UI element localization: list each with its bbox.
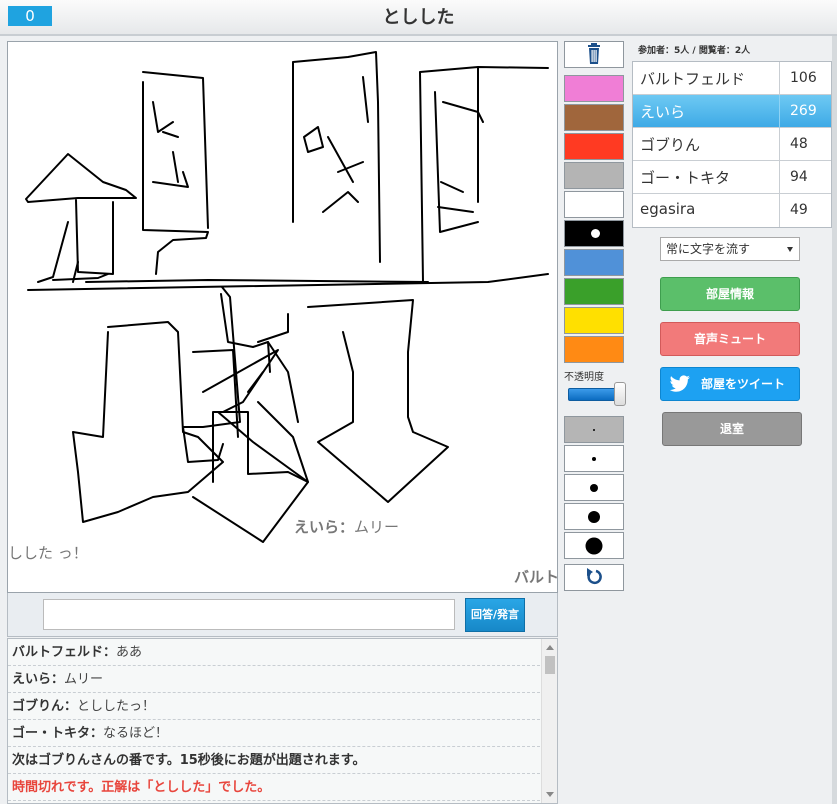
flow-message-text: ムリー (354, 518, 400, 536)
chat-name: ゴー・トキタ (12, 726, 91, 741)
chat-message: なるほど！ (103, 726, 169, 741)
undo-icon (587, 568, 602, 585)
flow-message: えいら：ムリー (294, 516, 399, 537)
player-name: ゴブりん (640, 136, 701, 154)
top-bar: 0 としした (0, 0, 837, 36)
chat-name: ゴブりん (12, 699, 65, 714)
opacity-label: 不透明度 (564, 372, 604, 383)
drawing-strokes (25, 51, 549, 543)
chat-message: ああ (116, 645, 143, 660)
chat-row: えいら：ムリー (8, 666, 540, 693)
player-name: ゴー・トキタ (640, 169, 731, 187)
answer-input[interactable] (43, 599, 455, 630)
chat-row: ゴー・トキタ：なるほど！ (8, 720, 540, 747)
brush-dot-icon (592, 456, 596, 461)
brush-size-3[interactable] (564, 474, 624, 501)
participant-counts: 参加者：5人 / 閲覧者：2人 (638, 46, 751, 56)
chat-row-system: 次はゴブりんさんの番です。15秒後にお題が出題されます。 (8, 747, 540, 774)
player-row[interactable]: バルトフェルド 106 (633, 62, 831, 95)
player-score: 94 (779, 161, 832, 194)
flow-mode-select[interactable]: 常に文字を流す (660, 237, 800, 261)
player-row[interactable]: ゴブりん 48 (633, 128, 831, 161)
chat-message: 時間切れです。正解は「としした」でした。 (12, 780, 271, 795)
player-row[interactable]: egasira 49 (633, 194, 831, 227)
opacity-slider-track[interactable] (568, 388, 618, 401)
chat-log[interactable]: バルトフェルド：ああ えいら：ムリー ゴブりん：とししたっ！ ゴー・トキタ：なる… (7, 638, 558, 804)
flow-message: しした っ！ (8, 542, 88, 563)
undo-button[interactable] (564, 564, 624, 591)
color-swatch-green[interactable] (564, 278, 624, 305)
chat-message: とししたっ！ (77, 699, 156, 714)
chat-name: えいら (12, 672, 52, 687)
chat-sep: ： (90, 726, 104, 741)
chevron-down-icon (787, 247, 793, 252)
mute-audio-button[interactable]: 音声ミュート (660, 322, 800, 356)
chat-name: バルトフェルド (12, 645, 104, 660)
color-swatch-black[interactable] (564, 220, 624, 247)
flow-message: バルト (514, 566, 558, 587)
chat-row: ゴブりん：とししたっ！ (8, 693, 540, 720)
chat-sep: ： (64, 699, 78, 714)
page-title: としした (382, 7, 455, 28)
player-name: egasira (640, 200, 696, 218)
chat-row-alert: 時間切れです。正解は「としした」でした。 (8, 774, 540, 801)
twitter-bird-icon (669, 375, 690, 392)
color-swatch-gray[interactable] (564, 162, 624, 189)
input-area: 回答/発言 (7, 593, 558, 637)
chat-message: ムリー (64, 672, 104, 687)
tweet-room-label: 部屋をツイート (700, 377, 785, 391)
player-name: バルトフェルド (640, 70, 746, 88)
player-row-active[interactable]: えいら 269 (633, 95, 831, 128)
color-swatch-pink[interactable] (564, 75, 624, 102)
brush-size-2[interactable] (564, 445, 624, 472)
scroll-down-arrow-icon[interactable] (546, 792, 554, 797)
trash-icon (588, 43, 600, 64)
scroll-thumb[interactable] (545, 656, 555, 674)
leave-room-button[interactable]: 退室 (662, 412, 802, 446)
drawing-canvas[interactable]: えいら：ムリー しした っ！ バルト (7, 41, 558, 593)
player-score: 49 (779, 194, 832, 227)
answer-button[interactable]: 回答/発言 (465, 598, 525, 632)
player-list: バルトフェルド 106 えいら 269 ゴブりん 48 ゴー・トキタ 94 eg… (632, 61, 832, 228)
color-swatch-brown[interactable] (564, 104, 624, 131)
color-swatch-yellow[interactable] (564, 307, 624, 334)
tweet-room-button[interactable]: 部屋をツイート (660, 367, 800, 401)
flow-message-text: しした っ！ (8, 544, 88, 562)
chat-sep: ： (51, 672, 65, 687)
brush-dot-icon (590, 483, 598, 492)
right-edge-strip (832, 36, 837, 804)
brush-size-5[interactable] (564, 532, 624, 559)
flow-mode-value: 常に文字を流す (666, 242, 751, 256)
brush-size-4[interactable] (564, 503, 624, 530)
brush-dot-icon (593, 428, 595, 431)
scroll-up-arrow-icon[interactable] (546, 645, 554, 650)
chat-scrollbar[interactable] (541, 639, 557, 803)
flow-message-name: えいら (294, 518, 340, 536)
flow-message-sep: ： (339, 518, 355, 536)
player-row[interactable]: ゴー・トキタ 94 (633, 161, 831, 194)
player-score: 106 (779, 62, 832, 95)
brush-size-1[interactable] (564, 416, 624, 443)
clear-canvas-button[interactable] (564, 41, 624, 68)
player-score: 269 (779, 95, 832, 128)
player-name: えいら (640, 103, 686, 121)
opacity-slider[interactable] (568, 382, 626, 406)
color-swatch-blue[interactable] (564, 249, 624, 276)
brush-dot-icon (588, 510, 600, 523)
player-score: 48 (779, 128, 832, 161)
chat-row: バルトフェルド：ああ (8, 639, 540, 666)
color-swatch-white[interactable] (564, 191, 624, 218)
selected-indicator-icon (591, 229, 600, 238)
color-swatch-orange[interactable] (564, 336, 624, 363)
opacity-slider-knob[interactable] (614, 382, 626, 406)
flow-message-name: バルト (514, 568, 558, 586)
brush-dot-icon (585, 537, 603, 554)
chat-sep: ： (103, 645, 117, 660)
chat-message: 次はゴブりんさんの番です。15秒後にお題が出題されます。 (12, 753, 366, 768)
color-swatch-red[interactable] (564, 133, 624, 160)
room-info-button[interactable]: 部屋情報 (660, 277, 800, 311)
